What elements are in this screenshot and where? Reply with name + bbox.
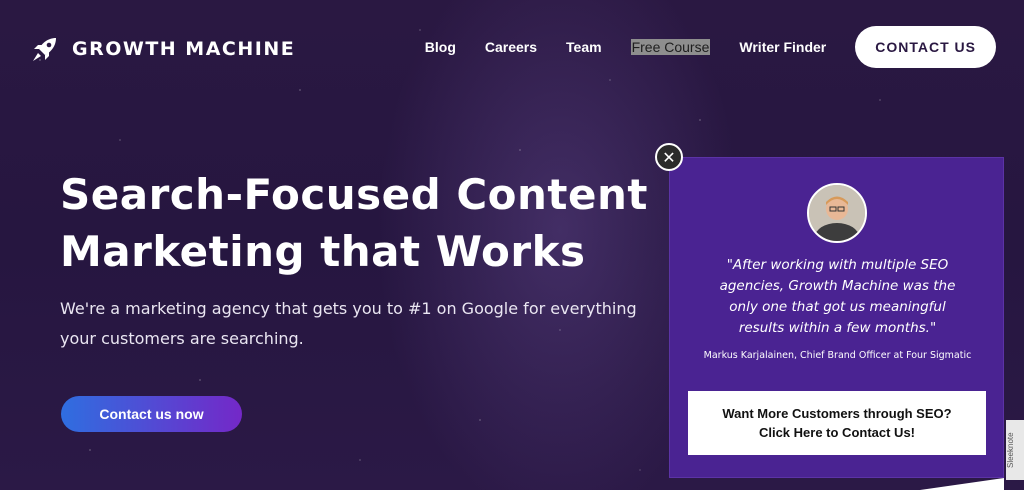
brand-name: GROWTH MACHINE (72, 38, 296, 60)
brand-logo[interactable]: GROWTH MACHINE (30, 34, 295, 64)
corner-decoration (920, 478, 1004, 490)
hero-subtitle-line1: We're a marketing agency that gets you t… (60, 299, 637, 318)
nav-link-blog[interactable]: Blog (425, 39, 456, 55)
popup-box-line1: Want More Customers through SEO? (722, 406, 952, 421)
testimonial-popup: "After working with multiple SEO agencie… (669, 157, 1004, 478)
hero-title: Search-Focused Content Marketing that Wo… (60, 166, 660, 280)
popup-contact-button[interactable]: Want More Customers through SEO? Click H… (688, 391, 986, 455)
hero-title-line2: Marketing that Works (60, 227, 586, 276)
quote-line3: only one that got us meaningful (729, 299, 946, 315)
close-icon[interactable]: ✕ (655, 143, 683, 171)
popup-box-line2: Click Here to Contact Us! (758, 425, 916, 440)
quote-line2: agencies, Growth Machine was the (719, 278, 956, 294)
nav-link-careers[interactable]: Careers (485, 39, 537, 55)
avatar (807, 183, 867, 243)
contact-us-now-button[interactable]: Contact us now (61, 396, 242, 432)
quote-line1: "After working with multiple SEO (726, 257, 949, 273)
testimonial-quote: "After working with multiple SEO agencie… (690, 255, 985, 339)
testimonial-author: Markus Karjalainen, Chief Brand Officer … (703, 350, 972, 361)
contact-us-button[interactable]: CONTACT US (855, 26, 996, 68)
sleeknote-badge[interactable]: Sleeknote (1006, 420, 1024, 480)
hero-subtitle-line2: your customers are searching. (60, 329, 304, 348)
nav-link-writer-finder[interactable]: Writer Finder (739, 39, 826, 55)
hero-title-line1: Search-Focused Content (60, 170, 648, 219)
nav-link-team[interactable]: Team (566, 39, 602, 55)
hero-subtitle: We're a marketing agency that gets you t… (60, 294, 660, 354)
quote-line4: results within a few months." (738, 320, 937, 336)
nav-link-free-course[interactable]: Free Course (630, 39, 711, 55)
rocket-icon (33, 38, 56, 61)
top-nav: Blog Careers Team Free Course Writer Fin… (425, 26, 996, 68)
